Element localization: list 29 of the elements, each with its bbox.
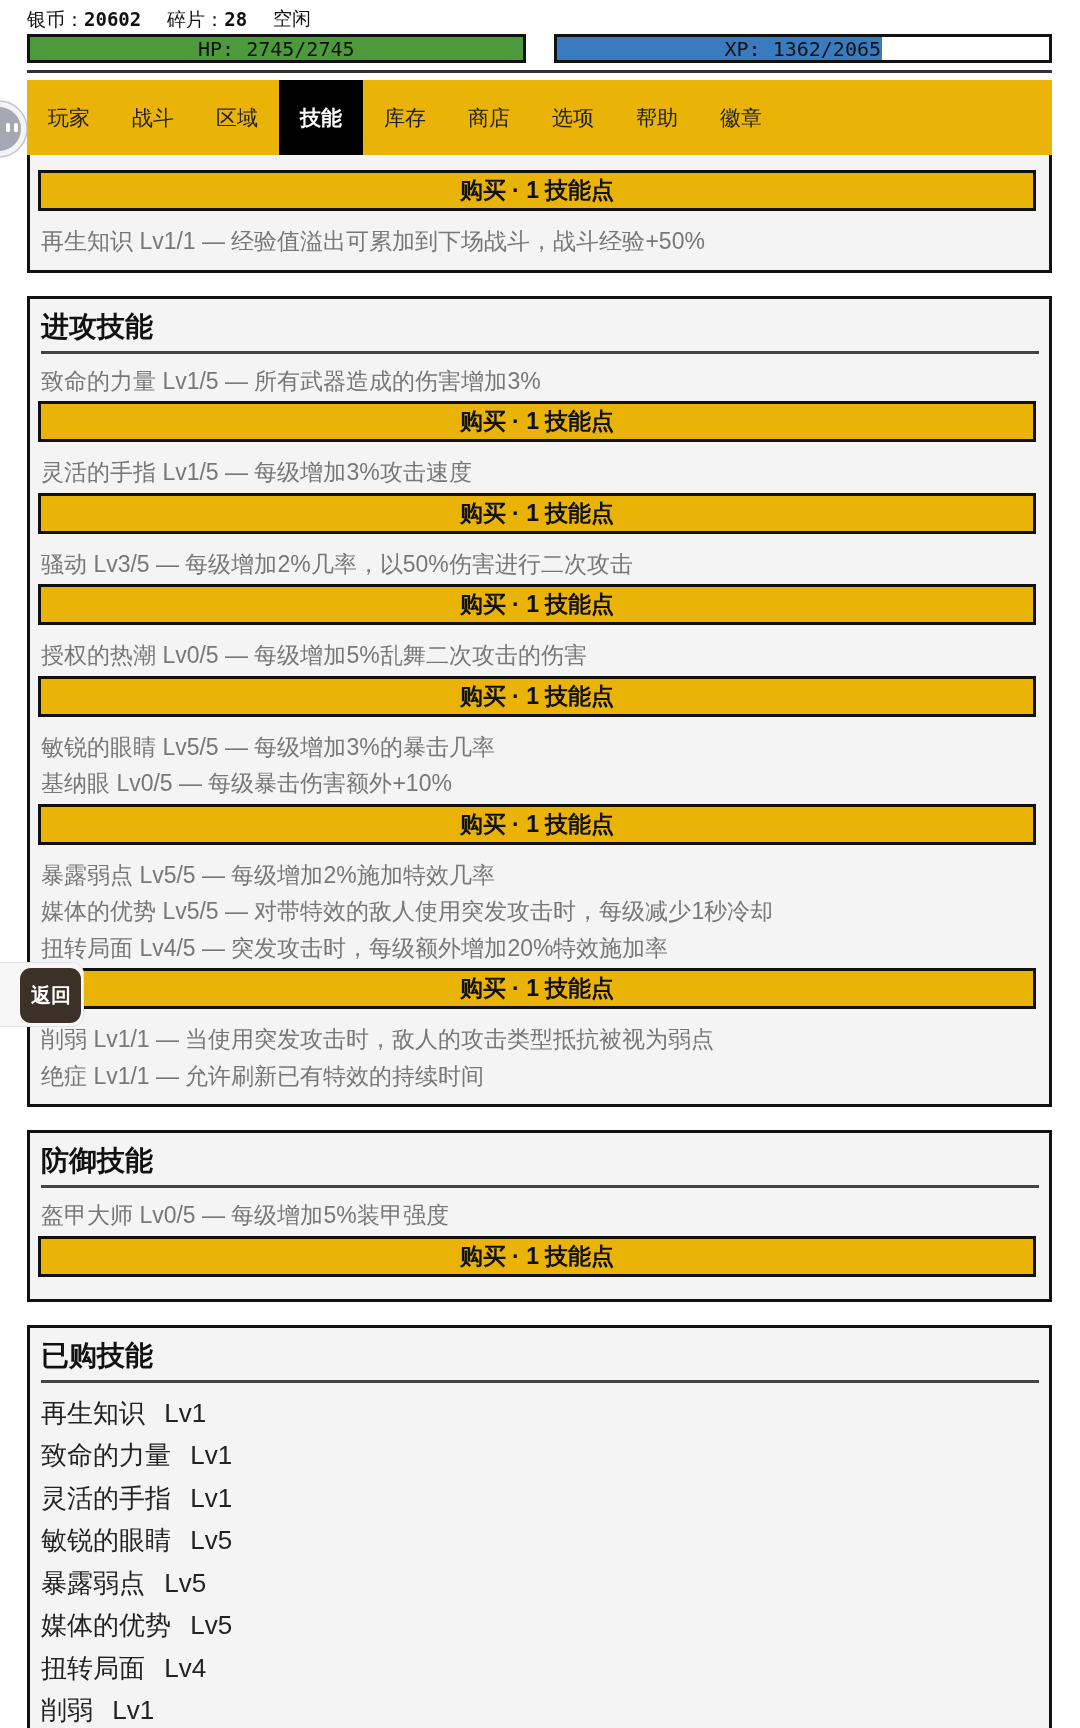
owned-skill-entry: 媒体的优势 Lv5 (41, 1609, 233, 1642)
skill-description: 绝症 Lv1/1 — 允许刷新已有特效的持续时间 (41, 1061, 485, 1091)
owned-skill-entry: 再生知识 Lv1 (41, 1396, 207, 1430)
skill-description: 致命的力量 Lv1/5 — 所有武器造成的伤害增加3% (41, 366, 541, 396)
owned-skill-entry: 削弱 Lv1 (41, 1694, 155, 1727)
skill-description: 基纳眼 Lv0/5 — 每级暴击伤害额外+10% (41, 769, 452, 798)
meter-reading: XP: 1362/2065 (724, 37, 881, 60)
skill-description: 敏锐的眼睛 Lv5/5 — 每级增加3%的暴击几率 (41, 732, 495, 762)
skill-description: 暴露弱点 Lv5/5 — 每级增加2%施加特效几率 (41, 860, 495, 890)
owned-skill-entry: 灵活的手指 Lv1 (41, 1481, 233, 1515)
skill-description: 再生知识 Lv1/1 — 经验值溢出可累加到下场战斗，战斗经验+50% (41, 227, 705, 256)
skill-description: 灵活的手指 Lv1/5 — 每级增加3%攻击速度 (41, 458, 472, 487)
skill-description: 骚动 Lv3/5 — 每级增加2%几率，以50%伤害进行二次攻击 (41, 549, 633, 579)
skill-description: 盔甲大师 Lv0/5 — 每级增加5%装甲强度 (41, 1201, 449, 1230)
status-text: 空闲 (273, 7, 312, 31)
owned-skill-entry: 敏锐的眼睛 Lv5 (41, 1524, 233, 1557)
stat-counter: 碎片：28 (167, 6, 248, 32)
owned-skill-entry: 暴露弱点 Lv5 (41, 1566, 207, 1600)
skill-description: 削弱 Lv1/1 — 当使用突发攻击时，敌人的攻击类型抵抗被视为弱点 (41, 1025, 715, 1054)
skill-description: 媒体的优势 Lv5/5 — 对带特效的敌人使用突发攻击时，每级减少1秒冷却 (41, 897, 774, 926)
stat-counter: 银币：20602 (27, 6, 142, 32)
meter-reading: HP: 2745/2745 (198, 37, 355, 60)
owned-skill-entry: 扭转局面 Lv4 (41, 1651, 207, 1685)
skill-description: 扭转局面 Lv4/5 — 突发攻击时，每级额外增加20%特效施加率 (41, 933, 669, 963)
owned-skill-entry: 致命的力量 Lv1 (41, 1439, 233, 1472)
section-heading: 进攻技能 (41, 309, 153, 344)
section-heading: 已购技能 (41, 1338, 153, 1373)
section-heading: 防御技能 (41, 1144, 153, 1178)
skill-description: 授权的热潮 Lv0/5 — 每级增加5%乱舞二次攻击的伤害 (41, 641, 587, 670)
